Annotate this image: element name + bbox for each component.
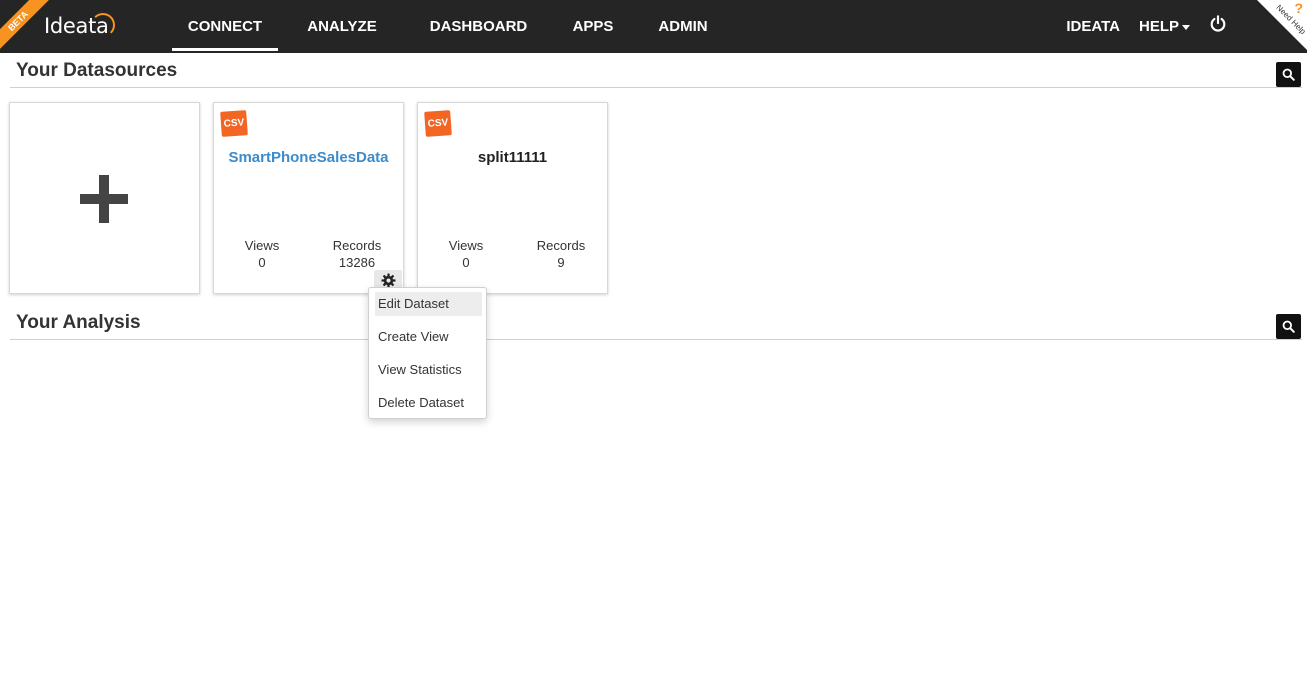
datasources-divider bbox=[10, 87, 1302, 88]
csv-icon: CSV bbox=[220, 110, 248, 137]
records-value: 9 bbox=[557, 255, 565, 270]
nav-connect[interactable]: CONNECT bbox=[172, 0, 278, 53]
analysis-divider bbox=[10, 339, 1302, 340]
views-label: Views bbox=[244, 238, 280, 253]
question-icon: ? bbox=[1294, 0, 1303, 16]
nav-dashboard[interactable]: DASHBOARD bbox=[406, 0, 551, 53]
views-value: 0 bbox=[462, 255, 470, 270]
menu-view-statistics[interactable]: View Statistics bbox=[375, 358, 482, 382]
plus-icon bbox=[80, 175, 128, 223]
datasource-card[interactable]: CSV SmartPhoneSalesData Views 0 Records … bbox=[213, 102, 404, 294]
records-label: Records bbox=[332, 238, 382, 253]
right-nav: IDEATA HELP bbox=[1047, 0, 1190, 53]
help-label: HELP bbox=[1138, 18, 1179, 35]
dataset-context-menu: Edit Dataset Create View View Statistics… bbox=[368, 287, 487, 419]
top-navbar: BETA Ideata CONNECT ANALYZE DASHBOARD AP… bbox=[0, 0, 1307, 53]
menu-edit-dataset[interactable]: Edit Dataset bbox=[375, 292, 482, 316]
records-stat: Records 9 bbox=[528, 237, 594, 271]
menu-create-view[interactable]: Create View bbox=[375, 325, 482, 349]
help-menu[interactable]: HELP bbox=[1139, 18, 1190, 35]
views-label: Views bbox=[448, 238, 484, 253]
datasource-name: split11111 bbox=[477, 149, 548, 166]
nav-admin[interactable]: ADMIN bbox=[635, 0, 731, 53]
views-stat: Views 0 bbox=[234, 237, 290, 271]
datasource-name-link[interactable]: SmartPhoneSalesData bbox=[214, 149, 403, 166]
analysis-search-button[interactable] bbox=[1276, 314, 1301, 339]
add-datasource-card[interactable] bbox=[9, 102, 200, 294]
datasource-card[interactable]: CSV split11111 Views 0 Records 9 bbox=[417, 102, 608, 294]
search-icon bbox=[1282, 68, 1295, 81]
power-icon[interactable] bbox=[1209, 15, 1227, 33]
need-help-corner[interactable]: ? Need Help bbox=[1257, 0, 1307, 50]
datasources-title: Your Datasources bbox=[16, 60, 178, 81]
records-stat: Records 13286 bbox=[324, 237, 390, 271]
gear-icon bbox=[380, 272, 396, 288]
records-label: Records bbox=[536, 238, 586, 253]
user-menu[interactable]: IDEATA bbox=[1066, 18, 1120, 35]
records-value: 13286 bbox=[338, 255, 376, 270]
views-stat: Views 0 bbox=[438, 237, 494, 271]
logo[interactable]: Ideata bbox=[44, 12, 115, 40]
csv-icon: CSV bbox=[424, 110, 452, 137]
search-icon bbox=[1282, 320, 1295, 333]
chevron-down-icon bbox=[1182, 25, 1190, 30]
views-value: 0 bbox=[258, 255, 266, 270]
nav-apps[interactable]: APPS bbox=[551, 0, 635, 53]
menu-delete-dataset[interactable]: Delete Dataset bbox=[375, 391, 482, 415]
datasources-search-button[interactable] bbox=[1276, 62, 1301, 87]
nav-analyze[interactable]: ANALYZE bbox=[278, 0, 406, 53]
logo-ring-icon bbox=[90, 13, 115, 37]
analysis-title: Your Analysis bbox=[16, 312, 141, 333]
main-nav: CONNECT ANALYZE DASHBOARD APPS ADMIN bbox=[172, 0, 731, 53]
